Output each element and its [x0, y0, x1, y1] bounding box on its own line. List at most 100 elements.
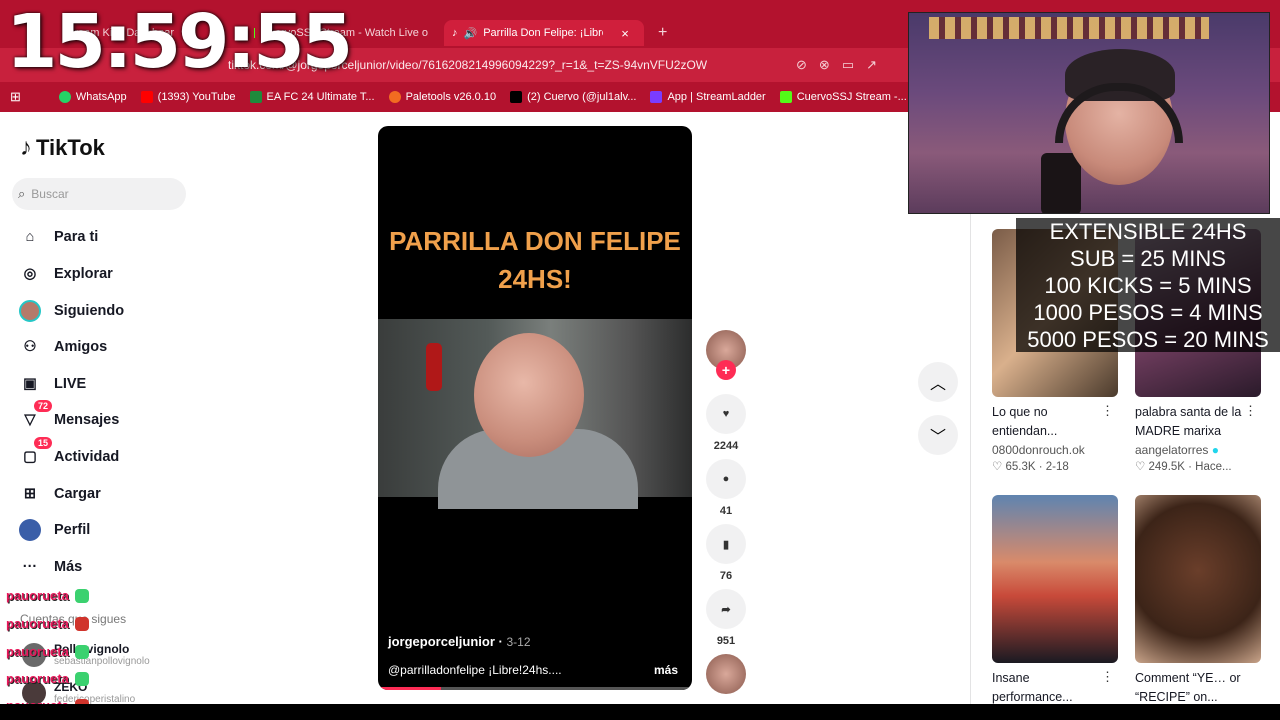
save-button[interactable]: ▮ 76: [706, 524, 746, 582]
recommended-video-card[interactable]: Comment “YE… or “RECIPE” on...: [1135, 495, 1261, 707]
sound-avatar-button[interactable]: [706, 654, 746, 700]
nav-item-explorar[interactable]: ◎ Explorar: [18, 262, 113, 286]
nav-label: Mensajes: [54, 412, 120, 428]
video-progress-bar[interactable]: [378, 687, 692, 690]
bookmark-item[interactable]: CuervoSSJ Stream -...: [779, 91, 907, 103]
bookmark-label: EA FC 24 Ultimate T...: [266, 91, 375, 103]
previous-video-button[interactable]: ︿: [918, 362, 958, 402]
nav-item-para-ti[interactable]: ⌂ Para ti: [18, 225, 99, 249]
bookmark-icon: ▮: [706, 524, 746, 564]
video-progress-fill: [378, 687, 441, 690]
bottom-bar: [0, 704, 1280, 720]
messages-icon: ▽ 72: [18, 400, 52, 432]
card-title[interactable]: palabra santa de la MADRE marixa: [1135, 403, 1253, 441]
subathon-overlay: EXTENSIBLE 24HS SUB = 25 MINS 100 KICKS …: [1016, 218, 1280, 352]
comment-button[interactable]: ● 41: [706, 459, 746, 517]
creator-avatar-button[interactable]: +: [706, 330, 746, 380]
like-button[interactable]: ♥ 2244: [706, 394, 746, 452]
browser-tab-active[interactable]: ♪ 🔊 Parrilla Don Felipe: ¡Libre 24h ×: [444, 20, 644, 46]
video-author[interactable]: jorgeporceljunior · 3-12: [388, 634, 531, 649]
nav-label: Amigos: [54, 339, 108, 355]
video-frame: [378, 319, 692, 509]
nav-label: Cargar: [54, 486, 101, 502]
overlay-line: 5000 PESOS = 20 MINS: [1027, 327, 1269, 352]
nav-item-cargar[interactable]: ⊞ Cargar: [18, 482, 101, 506]
emote-icon: [74, 588, 89, 603]
webcam-overlay: [908, 12, 1270, 214]
search-icon: ⌕: [18, 186, 26, 201]
search-placeholder: Buscar: [31, 187, 69, 201]
follow-plus-icon[interactable]: +: [716, 360, 736, 380]
nav-item-amigos[interactable]: ⚇ Amigos: [18, 335, 108, 359]
overlay-line: 1000 PESOS = 4 MINS: [1033, 300, 1263, 325]
nav-item-actividad[interactable]: ▢ 15 Actividad: [18, 437, 120, 469]
compass-icon: ◎: [23, 266, 37, 282]
chat-user: pauorueta: [6, 644, 69, 659]
bookmark-item[interactable]: Paletools v26.0.10: [388, 91, 497, 103]
nav-label: Para ti: [54, 229, 99, 245]
video-description: @parrilladonfelipe ¡Libre!24hs....: [388, 663, 562, 677]
overlay-line: 100 KICKS = 5 MINS: [1044, 273, 1252, 298]
whatsapp-icon: [58, 91, 71, 103]
x-icon: [510, 91, 523, 103]
person-head: [474, 333, 584, 457]
card-author[interactable]: 0800donrouch.ok: [992, 443, 1118, 457]
more-options-icon[interactable]: ⋮: [1244, 403, 1257, 419]
card-author[interactable]: aangelatorres ●: [1135, 443, 1261, 457]
next-video-button[interactable]: ﹀: [918, 415, 958, 455]
youtube-icon: [140, 91, 153, 103]
bookmark-item[interactable]: EA FC 24 Ultimate T...: [249, 91, 375, 103]
card-stats: ♡ 249.5K · Hace...: [1135, 461, 1232, 473]
bookmark-label: App | StreamLadder: [667, 91, 766, 103]
card-stats: ♡ 65.3K · 2-18: [992, 461, 1069, 473]
bookmark-label: (1393) YouTube: [157, 91, 236, 103]
microphone: [1041, 153, 1081, 213]
bookmark-item[interactable]: App | StreamLadder: [650, 91, 766, 103]
video-thumbnail[interactable]: [1135, 495, 1261, 663]
cast-icon[interactable]: ▭: [842, 57, 854, 73]
card-title[interactable]: Insane performance...: [992, 669, 1110, 707]
activity-icon: ▢ 15: [18, 437, 52, 469]
emote-icon: [74, 671, 89, 686]
close-tab-icon[interactable]: ×: [621, 26, 629, 41]
comment-count: 41: [719, 505, 733, 517]
nav-item-live[interactable]: ▣ LIVE: [18, 372, 86, 396]
bookmark-item[interactable]: WhatsApp: [58, 91, 127, 103]
friends-icon: ⚇: [23, 339, 37, 355]
home-icon: ⌂: [25, 229, 35, 245]
more-options-icon[interactable]: ⋮: [1101, 403, 1114, 419]
mute-site-icon[interactable]: ⊗: [819, 57, 830, 73]
mute-icon[interactable]: ⊘: [796, 57, 807, 73]
share-button[interactable]: ➦ 951: [706, 589, 746, 647]
fire-extinguisher: [426, 343, 442, 391]
more-link[interactable]: más: [654, 663, 678, 677]
chat-user: pauorueta: [6, 671, 69, 686]
card-title[interactable]: Comment “YE… or “RECIPE” on...: [1135, 669, 1253, 707]
share-icon[interactable]: ↗: [866, 57, 877, 73]
new-tab-button[interactable]: +: [650, 20, 674, 46]
nav-item-mensajes[interactable]: ▽ 72 Mensajes: [18, 400, 120, 432]
nav-label: Actividad: [54, 449, 120, 465]
nav-item-mas[interactable]: ··· Más: [18, 555, 82, 579]
following-avatar-icon: [18, 299, 42, 323]
bookmark-item[interactable]: (2) Cuervo (@jul1alv...: [510, 91, 636, 103]
recommended-video-card[interactable]: Insane performance... ⋮: [992, 495, 1118, 707]
video-player[interactable]: PARRILLA DON FELIPE 24HS! jorgeporceljun…: [378, 126, 692, 690]
bookmark-label: (2) Cuervo (@jul1alv...: [527, 91, 637, 103]
nav-item-perfil[interactable]: Perfil: [18, 518, 90, 542]
chat-user: pauorueta: [6, 588, 69, 603]
bookmark-item[interactable]: (1393) YouTube: [140, 91, 236, 103]
search-input[interactable]: ⌕ Buscar: [12, 178, 186, 210]
apps-grid-icon[interactable]: ⊞: [10, 89, 21, 105]
paletools-icon: [388, 91, 401, 103]
overlay-line: EXTENSIBLE 24HS: [1049, 219, 1247, 244]
chat-message: pauorueta: [6, 644, 89, 659]
video-thumbnail[interactable]: [992, 495, 1118, 663]
more-options-icon[interactable]: ⋮: [1101, 669, 1114, 685]
speaker-icon: 🔊: [463, 27, 478, 40]
card-title[interactable]: Lo que no entiendan...: [992, 403, 1110, 441]
nav-item-siguiendo[interactable]: Siguiendo: [18, 299, 124, 323]
bookmark-label: Paletools v26.0.10: [405, 91, 497, 103]
upload-icon: ⊞: [23, 486, 37, 502]
tiktok-logo[interactable]: ♪ TikTok: [20, 134, 105, 162]
